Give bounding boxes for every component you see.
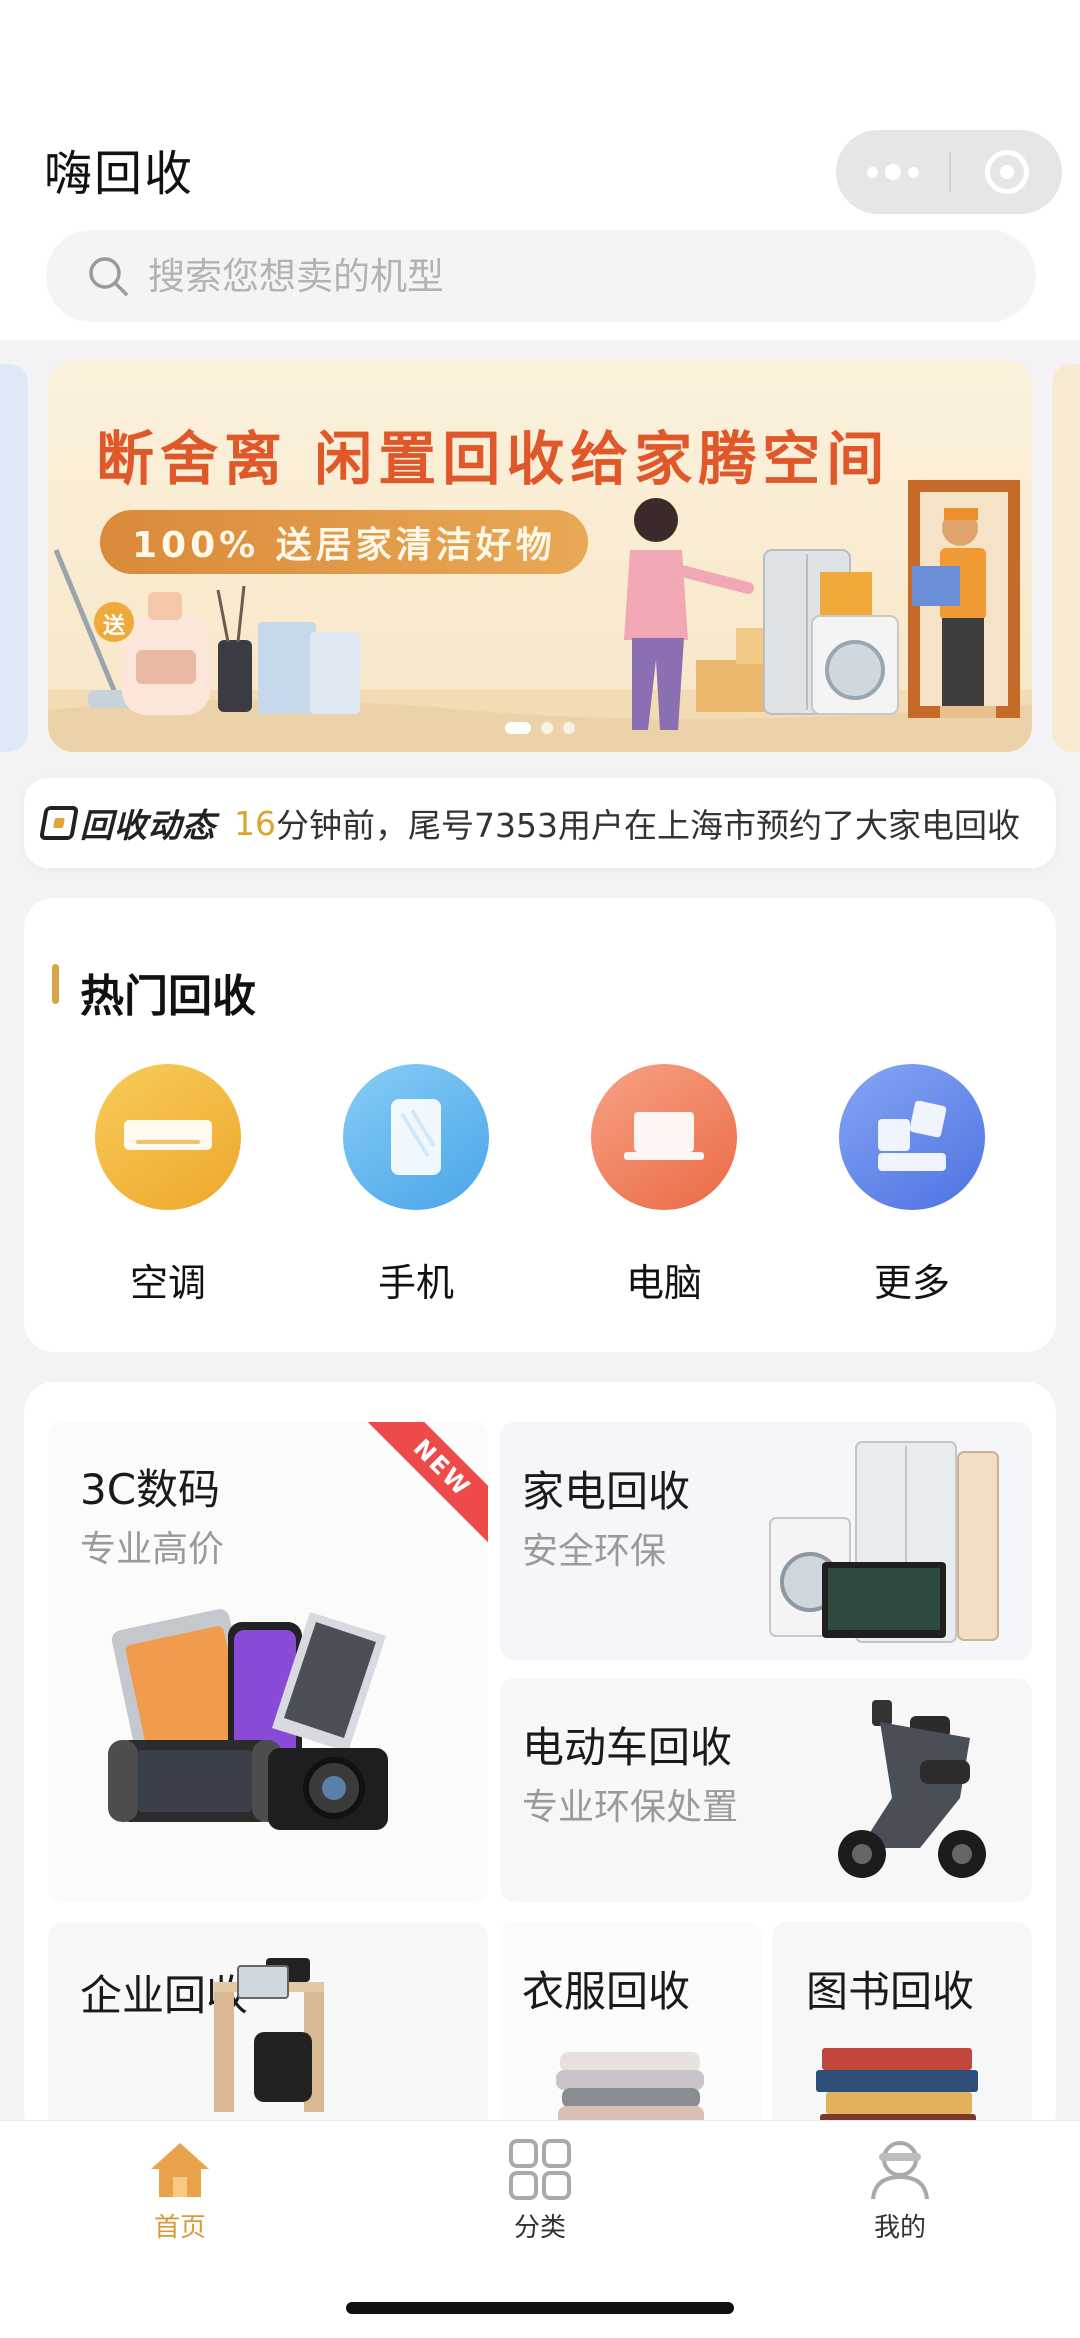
search-input[interactable]	[148, 254, 948, 298]
recycle-news-label: 回收动态	[80, 806, 216, 845]
books-image	[816, 2048, 978, 2136]
tab-category[interactable]: 分类	[440, 2139, 640, 2244]
tab-mine[interactable]: 我的	[800, 2139, 1000, 2244]
category-3c-digital[interactable]: 3C数码 专业高价 NEW	[48, 1422, 488, 1902]
banner-promo-pill: 100% 送居家清洁好物	[100, 510, 588, 574]
more-menu-button[interactable]	[836, 130, 949, 214]
hot-item-label: 电脑	[625, 1261, 702, 1305]
user-icon	[871, 2141, 929, 2200]
category-ebike[interactable]: 电动车回收 专业环保处置	[500, 1678, 1032, 1902]
banner-dot	[563, 722, 575, 734]
banner-pagination	[48, 722, 1032, 734]
hot-recycle-card: 热门回收 空调 手机 电脑 更多	[24, 898, 1056, 1352]
banner-headline: 断舍离 闲置回收给家腾空间	[96, 425, 891, 493]
category-books[interactable]: 图书回收	[772, 1922, 1032, 2142]
section-accent-bar	[52, 964, 59, 1004]
banner-next-peek[interactable]	[1052, 364, 1080, 752]
miniprogram-capsule	[836, 130, 1062, 214]
category-grid: 3C数码 专业高价 NEW 家电回收 安全环保 电动车回收 专业环保处置 企业回…	[24, 1382, 1056, 2142]
target-icon	[984, 150, 1029, 194]
ebike-image	[838, 1700, 986, 1878]
appliance-image	[769, 1441, 999, 1643]
header: 嗨回收	[0, 0, 1080, 340]
hot-recycle-title: 热门回收	[80, 971, 256, 1022]
tab-label: 首页	[153, 2213, 206, 2243]
hot-item-label: 手机	[377, 1261, 454, 1305]
category-enterprise[interactable]: 企业回收	[48, 1922, 488, 2142]
banner-prev-peek[interactable]	[0, 364, 28, 752]
promo-banner[interactable]: 断舍离 闲置回收给家腾空间 100% 送居家清洁好物 送	[48, 360, 1032, 752]
gift-tag: 送	[103, 614, 126, 639]
ticker-message: 分钟前，尾号7353用户在上海市预约了大家电回收	[276, 806, 1020, 845]
more-dot-icon	[866, 166, 878, 178]
recycle-news-logo: 回收动态	[39, 799, 216, 847]
hot-item-more[interactable]: 更多	[812, 1064, 1012, 1307]
search-bar[interactable]	[46, 230, 1036, 322]
home-indicator	[346, 2302, 734, 2314]
digital-devices-image	[108, 1609, 388, 1830]
laptop-icon	[591, 1064, 737, 1210]
banner-dot	[541, 722, 553, 734]
category-appliance[interactable]: 家电回收 安全环保	[500, 1422, 1032, 1660]
banner-dot-active	[505, 722, 531, 734]
category-grid-icon	[509, 2139, 571, 2200]
tab-label: 我的	[873, 2213, 926, 2243]
recycle-logo-icon	[39, 806, 79, 840]
recycle-news-ticker[interactable]: 回收动态 16 分钟前，尾号7353用户在上海市预约了大家电回收	[24, 778, 1056, 868]
more-dot-icon	[907, 166, 919, 178]
clothes-image	[556, 2052, 704, 2126]
office-furniture-image	[214, 1958, 324, 2112]
category-clothes[interactable]: 衣服回收	[500, 1922, 762, 2142]
hot-recycle-list: 空调 手机 电脑 更多	[24, 1064, 1056, 1307]
more-dot-icon	[884, 164, 901, 180]
hot-item-label: 更多	[873, 1261, 950, 1305]
hot-item-air-conditioner[interactable]: 空调	[68, 1064, 268, 1307]
hot-item-label: 空调	[129, 1261, 206, 1305]
close-miniprogram-button[interactable]	[951, 130, 1062, 214]
hot-item-computer[interactable]: 电脑	[564, 1064, 764, 1307]
search-icon	[89, 257, 128, 296]
ticker-minutes: 16	[234, 803, 276, 843]
app-title: 嗨回收	[44, 146, 195, 202]
tab-label: 分类	[513, 2213, 566, 2243]
air-conditioner-icon	[95, 1064, 241, 1210]
tab-home[interactable]: 首页	[80, 2139, 280, 2244]
hot-item-phone[interactable]: 手机	[316, 1064, 516, 1307]
more-grid-icon	[839, 1064, 985, 1210]
phone-icon	[343, 1064, 489, 1210]
home-icon	[151, 2143, 209, 2197]
